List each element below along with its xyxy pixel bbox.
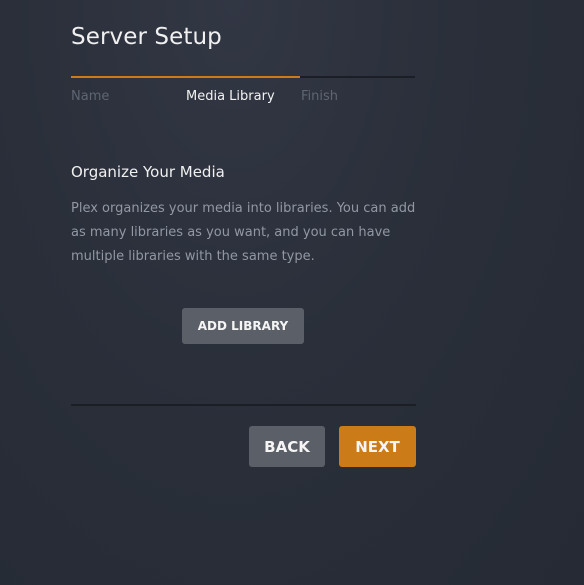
footer-divider (71, 404, 416, 406)
setup-progress-bar (71, 76, 415, 78)
back-button[interactable]: BACK (249, 426, 325, 467)
setup-progress-fill (71, 76, 300, 78)
page-title: Server Setup (71, 24, 222, 50)
step-name: Name (71, 89, 110, 104)
step-media-library: Media Library (186, 89, 275, 104)
next-button[interactable]: NEXT (339, 426, 416, 467)
step-finish: Finish (301, 89, 339, 104)
section-description: Plex organizes your media into libraries… (71, 201, 416, 264)
section-heading: Organize Your Media (71, 163, 225, 181)
add-library-button[interactable]: ADD LIBRARY (182, 308, 304, 344)
